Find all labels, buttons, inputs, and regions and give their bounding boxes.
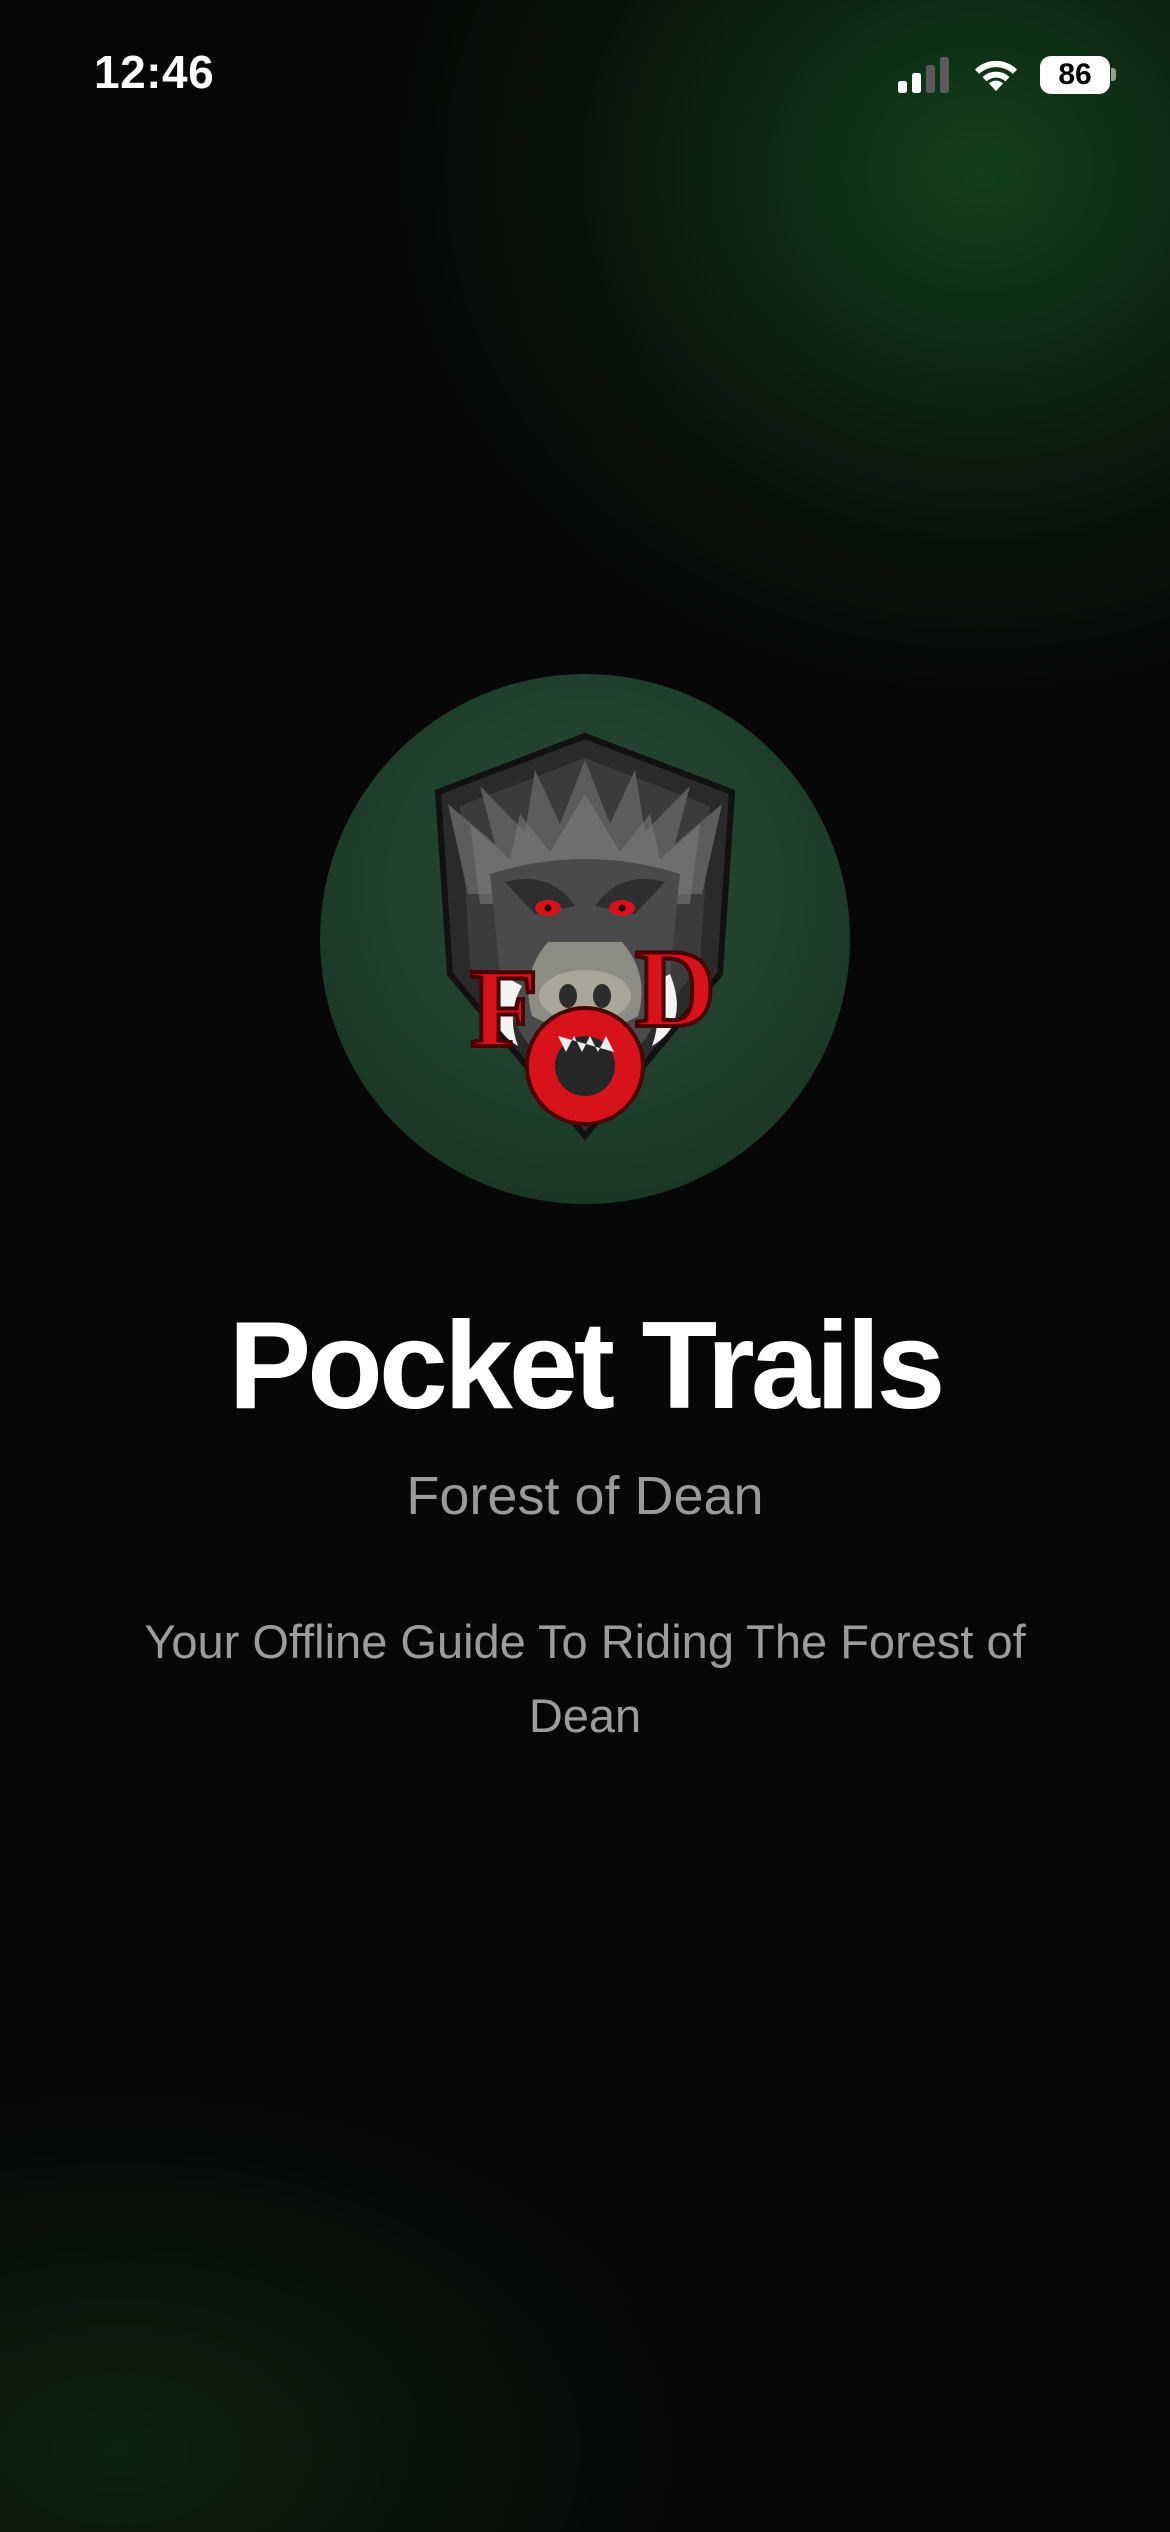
logo-badge: F D	[320, 674, 850, 1204]
app-title: Pocket Trails	[228, 1297, 945, 1435]
svg-text:D: D	[635, 927, 716, 1051]
battery-level: 86	[1040, 56, 1110, 94]
status-time: 12:46	[94, 46, 215, 98]
app-subtitle: Forest of Dean	[406, 1466, 764, 1526]
status-icons: 86	[896, 50, 1116, 100]
app-tagline: Your Offline Guide To Riding The Forest …	[144, 1615, 1026, 1742]
splash-screen: 12:46 86 F D Pocket Trails Forest of Dea…	[0, 0, 1170, 2532]
status-bar: 12:46 86	[0, 0, 1170, 150]
boar-crest-logo: F D	[434, 732, 736, 1141]
wifi-icon	[975, 60, 1017, 91]
battery-cap	[1111, 68, 1116, 81]
battery-icon: 86	[1040, 55, 1116, 95]
signal-icon	[898, 57, 949, 93]
